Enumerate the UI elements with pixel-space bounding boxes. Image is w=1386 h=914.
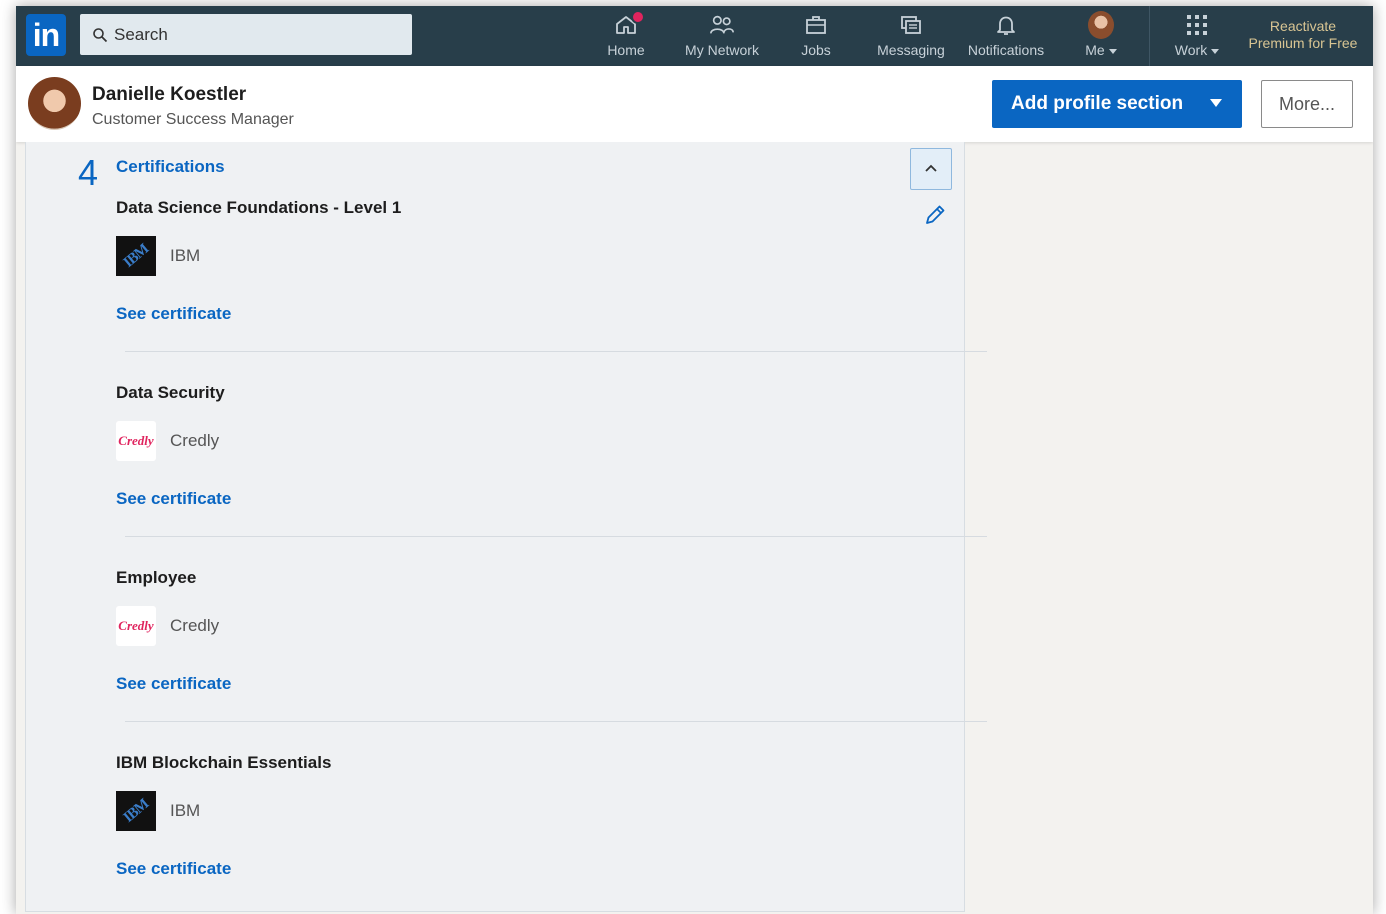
issuer-name: IBM bbox=[170, 801, 201, 820]
nav-messaging[interactable]: Messaging bbox=[874, 12, 948, 62]
top-navigation: in Home My Network Jobs bbox=[16, 6, 1373, 66]
issuer-name: Credly bbox=[170, 431, 220, 450]
see-certificate-link[interactable]: See certificate bbox=[116, 304, 231, 324]
messaging-icon bbox=[898, 12, 924, 38]
notifications-icon bbox=[993, 12, 1019, 38]
premium-line-2: Premium for Free bbox=[1248, 35, 1358, 51]
see-certificate-link[interactable]: See certificate bbox=[116, 859, 231, 879]
nav-messaging-label: Messaging bbox=[877, 42, 945, 58]
me-avatar bbox=[1088, 11, 1114, 39]
see-certificate-link[interactable]: See certificate bbox=[116, 489, 231, 509]
certification-name: Data Security bbox=[116, 383, 225, 402]
profile-title: Customer Success Manager bbox=[92, 111, 294, 128]
certification-name: IBM Blockchain Essentials bbox=[116, 753, 332, 772]
step-number: 4 bbox=[78, 152, 99, 193]
certification-name: Employee bbox=[116, 568, 197, 587]
chevron-down-icon bbox=[1108, 48, 1117, 54]
certification-item: IBM Blockchain Essentials IBM IBM See ce… bbox=[116, 753, 976, 879]
jobs-icon bbox=[803, 12, 829, 38]
profile-avatar[interactable] bbox=[28, 77, 81, 130]
item-divider bbox=[125, 536, 987, 537]
add-profile-section-label: Add profile section bbox=[1011, 93, 1184, 114]
see-certificate-link[interactable]: See certificate bbox=[116, 674, 231, 694]
dropdown-arrow-icon bbox=[1210, 99, 1222, 107]
nav-home-label: Home bbox=[607, 42, 645, 58]
search-box[interactable] bbox=[80, 14, 412, 55]
nav-divider bbox=[1149, 6, 1150, 66]
app-window: in Home My Network Jobs bbox=[16, 6, 1373, 914]
item-divider bbox=[125, 721, 987, 722]
profile-header: Danielle Koestler Customer Success Manag… bbox=[16, 66, 1373, 142]
work-grid-icon bbox=[1184, 12, 1210, 38]
profile-name: Danielle Koestler bbox=[92, 84, 247, 105]
nav-jobs-label: Jobs bbox=[801, 42, 831, 58]
certification-item: Employee Credly Credly See certificate bbox=[116, 568, 976, 694]
linkedin-logo[interactable]: in bbox=[26, 14, 66, 56]
nav-jobs[interactable]: Jobs bbox=[798, 12, 834, 62]
search-input[interactable] bbox=[114, 24, 404, 45]
issuer-name: Credly bbox=[170, 616, 220, 635]
home-icon bbox=[613, 10, 645, 38]
reactivate-premium-link[interactable]: Reactivate Premium for Free bbox=[1238, 18, 1368, 52]
search-icon bbox=[93, 27, 108, 42]
add-profile-section-button[interactable]: Add profile section bbox=[992, 80, 1242, 128]
ibm-logo: IBM bbox=[116, 236, 156, 276]
nav-notifications[interactable]: Notifications bbox=[962, 12, 1050, 62]
more-button[interactable]: More... bbox=[1261, 80, 1353, 128]
certification-item: Data Science Foundations - Level 1 IBM I… bbox=[116, 198, 976, 324]
section-title: Certifications bbox=[116, 157, 225, 176]
nav-me-label: Me bbox=[1085, 42, 1105, 58]
certification-item: Data Security Credly Credly See certific… bbox=[116, 383, 976, 509]
nav-work[interactable]: Work bbox=[1168, 12, 1226, 62]
ibm-logo: IBM bbox=[116, 791, 156, 831]
nav-notifications-label: Notifications bbox=[967, 42, 1045, 58]
premium-line-1: Reactivate bbox=[1269, 18, 1337, 34]
notification-badge bbox=[631, 10, 645, 24]
nav-me[interactable]: Me bbox=[1080, 11, 1122, 62]
certification-name: Data Science Foundations - Level 1 bbox=[116, 198, 402, 217]
certifications-card: 4 Certifications Data Science Foundation… bbox=[25, 142, 987, 912]
credly-logo: Credly bbox=[116, 421, 156, 461]
chevron-down-icon bbox=[1211, 48, 1220, 54]
item-divider bbox=[125, 351, 987, 352]
nav-my-network-label: My Network bbox=[685, 42, 759, 58]
nav-home[interactable]: Home bbox=[606, 10, 646, 62]
credly-logo: Credly bbox=[116, 606, 156, 646]
collapse-button[interactable] bbox=[910, 148, 952, 190]
nav-work-label: Work bbox=[1174, 42, 1208, 58]
issuer-name: IBM bbox=[170, 246, 201, 265]
nav-my-network[interactable]: My Network bbox=[680, 12, 764, 62]
my-network-icon bbox=[709, 12, 735, 38]
chevron-up-icon bbox=[925, 164, 937, 172]
